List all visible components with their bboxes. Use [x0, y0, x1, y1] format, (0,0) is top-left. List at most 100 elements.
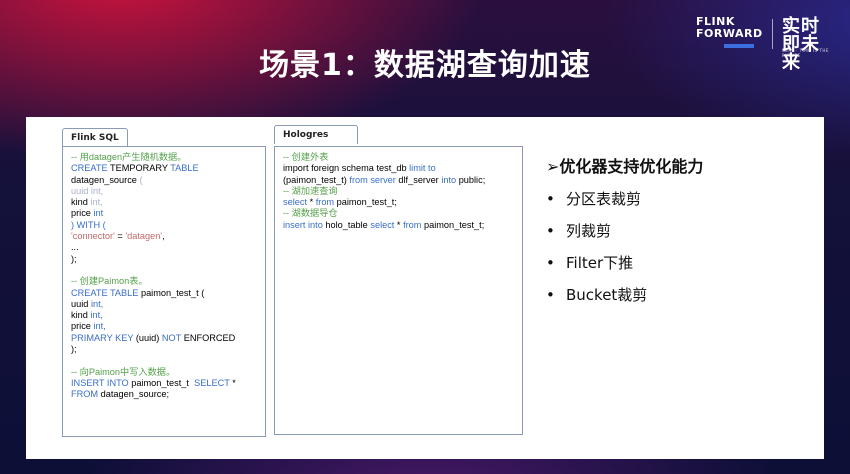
code-token: uuid int,	[71, 185, 104, 196]
code-token: paimon_test_t (	[140, 287, 205, 298]
code-token: SELECT	[194, 377, 233, 388]
code-line: uuid int,	[71, 299, 257, 310]
code-token: 'datagen'	[125, 231, 163, 242]
code-token: limit to	[409, 163, 436, 174]
code-line: ) WITH (	[71, 220, 257, 231]
code-token: (	[139, 174, 143, 185]
code-token: =	[114, 231, 126, 242]
code-token: int,	[90, 197, 103, 208]
code-token: CREATE	[71, 163, 110, 174]
bullet-heading-text: 优化器支持优化能力	[559, 157, 704, 176]
code-line: price int	[71, 208, 257, 219]
code-token: (uuid)	[135, 332, 162, 343]
code-line: import foreign schema test_db limit to	[283, 163, 514, 174]
code-token: uuid	[71, 298, 91, 309]
code-token: paimon_test_t;	[424, 219, 485, 230]
code-token: datagen_source	[71, 174, 140, 185]
code-token: from	[315, 197, 337, 208]
code-line: (paimon_test_t) from server dlf_server i…	[283, 175, 514, 186]
code-token: dlf_server	[398, 174, 442, 185]
code-token: select	[283, 197, 310, 208]
code-token: insert into	[283, 219, 326, 230]
code-token: kind	[71, 310, 91, 321]
code-token: PRIMARY KEY	[71, 332, 136, 343]
code-line: kind int,	[71, 197, 257, 208]
code-token: into	[441, 174, 459, 185]
code-line: CREATE TABLE paimon_test_t (	[71, 288, 257, 299]
bullet-item-text: Filter下推	[566, 254, 634, 272]
code-token: -- 湖加速查询	[283, 185, 338, 196]
code-token: TABLE	[170, 163, 199, 174]
content-panel: Flink SQL -- 用datagen产生随机数据。 CREATE TEMPO…	[26, 117, 824, 459]
code-token: int,	[93, 321, 106, 332]
code-token: ENFORCED	[183, 332, 236, 343]
code-token: );	[71, 253, 77, 264]
flink-sql-code: -- 用datagen产生随机数据。 CREATE TEMPORARY TABLE…	[62, 146, 266, 437]
code-token: -- 创建Paimon表。	[71, 276, 148, 287]
code-token: ...	[71, 242, 79, 253]
code-token: holo_table	[325, 219, 371, 230]
bullet-dot-icon: •	[546, 286, 555, 304]
code-token: price	[71, 208, 94, 219]
code-token: select	[370, 219, 397, 230]
logo-line2: FORWARD	[696, 27, 763, 40]
code-line: price int,	[71, 321, 257, 332]
logo-wordmark: FLINK FORWARD	[696, 16, 763, 40]
bullet-dot-icon: •	[546, 254, 555, 272]
code-token: CREATE TABLE	[71, 287, 141, 298]
code-token: 'connector'	[71, 231, 115, 242]
code-token: -- 湖数据导仓	[283, 208, 338, 219]
code-token: paimon_test_t	[131, 377, 195, 388]
code-line: -- 湖数据导仓	[283, 208, 514, 219]
code-token: from server	[349, 174, 399, 185]
code-token: int,	[90, 310, 103, 321]
tab-flink-sql: Flink SQL	[62, 128, 128, 147]
code-line: PRIMARY KEY (uuid) NOT ENFORCED	[71, 333, 257, 344]
feature-bullets: ➢优化器支持优化能力 • 分区表裁剪 • 列裁剪 • Filter下推 • Bucket…	[546, 157, 703, 305]
code-line: kind int,	[71, 310, 257, 321]
code-line: FROM datagen_source;	[71, 389, 257, 400]
bullet-item: • Bucket裁剪	[546, 285, 703, 305]
code-token: ) WITH (	[71, 219, 106, 230]
bullet-item-text: Bucket裁剪	[566, 286, 648, 304]
bullet-item-text: 列裁剪	[566, 222, 612, 240]
bullet-item: • 列裁剪	[546, 221, 703, 241]
code-token: (paimon_test_t)	[283, 174, 350, 185]
slide-title: 场景1：数据湖查询加速	[259, 48, 591, 83]
code-line: );	[71, 344, 257, 355]
code-token: ,	[162, 231, 165, 242]
code-line: select * from paimon_test_t;	[283, 197, 514, 208]
code-token: datagen_source;	[100, 389, 170, 400]
bullet-item-text: 分区表裁剪	[566, 190, 642, 208]
bullet-dot-icon: •	[546, 222, 555, 240]
code-token: import foreign schema test_db	[283, 163, 410, 174]
code-line: datagen_source (	[71, 175, 257, 186]
arrow-bullet-icon: ➢	[546, 157, 560, 176]
code-token: -- 创建外表	[283, 152, 329, 162]
code-line: insert into holo_table select * from pai…	[283, 220, 514, 231]
code-token: int,	[90, 298, 104, 309]
hologres-sql-code: -- 创建外表 import foreign schema test_db lim…	[274, 146, 523, 435]
code-token: FROM	[71, 389, 101, 400]
code-token: price	[71, 321, 94, 332]
code-line: -- 湖加速查询	[283, 186, 514, 197]
code-token: INSERT INTO	[71, 377, 132, 388]
code-token: kind	[71, 197, 91, 208]
code-token: from	[403, 219, 424, 230]
code-line: ...	[71, 242, 257, 253]
bullet-item: • Filter下推	[546, 253, 703, 273]
bullet-item: • 分区表裁剪	[546, 189, 703, 209]
code-line: 'connector' = 'datagen',	[71, 231, 257, 242]
tab-hologres-sql: Hologres SQL	[274, 125, 358, 158]
code-line: -- 用datagen产生随机数据。	[71, 152, 257, 163]
code-token: int	[93, 208, 104, 219]
code-line: -- 创建外表	[283, 152, 514, 163]
slide-background: FLINK FORWARD 实时即未来 REAL · TIME IS THE F…	[0, 0, 850, 474]
code-line: );	[71, 254, 257, 265]
code-line: -- 创建Paimon表。	[71, 276, 257, 287]
code-token: *	[232, 377, 236, 388]
code-token: paimon_test_t;	[336, 197, 397, 208]
bullet-heading: ➢优化器支持优化能力	[546, 157, 703, 177]
